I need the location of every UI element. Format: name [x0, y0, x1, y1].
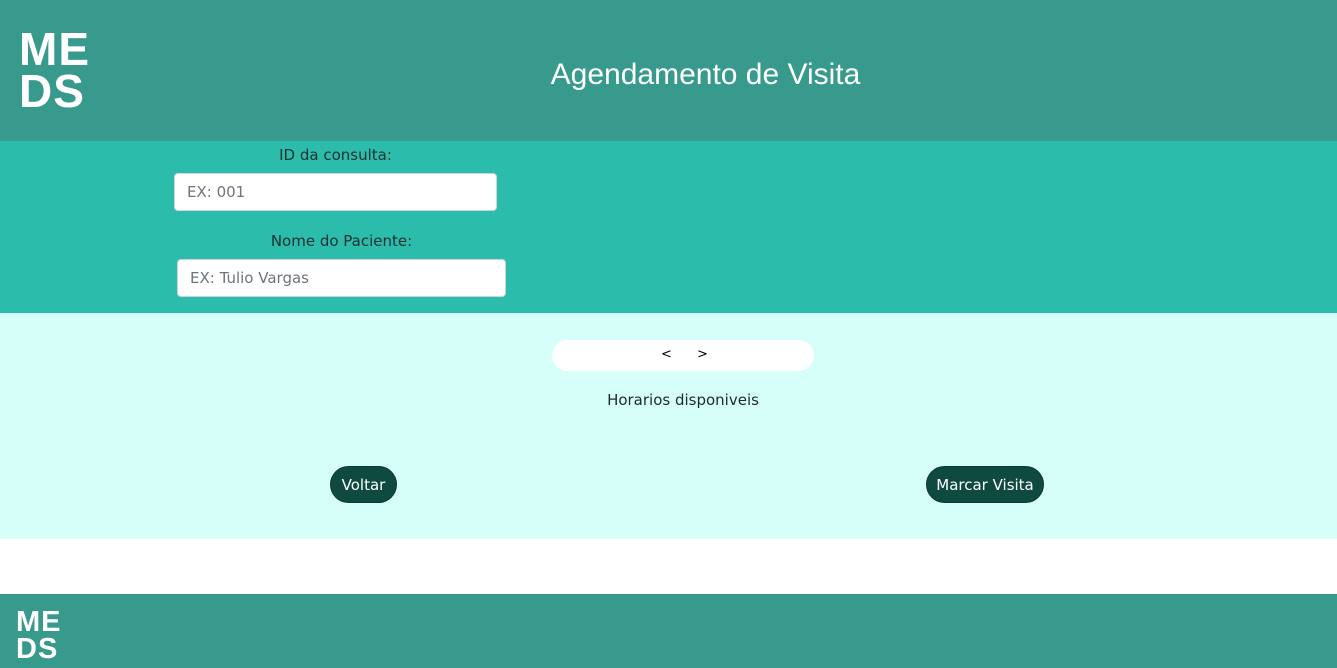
footer — [0, 594, 1337, 668]
back-button[interactable]: Voltar — [330, 466, 397, 503]
page-title: Agendamento de Visita — [550, 58, 861, 91]
footer-logo-line-2: DS — [16, 632, 59, 665]
footer-logo: ME DS — [16, 606, 62, 665]
consulta-id-input[interactable] — [174, 173, 497, 211]
available-times-label: Horarios disponiveis — [607, 391, 759, 409]
paciente-nome-label: Nome do Paciente: — [270, 232, 413, 250]
consulta-id-label: ID da consulta: — [279, 146, 392, 164]
previous-button[interactable]: < — [661, 347, 672, 362]
schedule-visit-button[interactable]: Marcar Visita — [926, 466, 1044, 503]
date-navigator — [552, 340, 814, 371]
footer-logo-line-1: ME — [16, 606, 62, 638]
paciente-nome-input[interactable] — [177, 259, 506, 297]
next-button[interactable]: > — [697, 347, 708, 362]
